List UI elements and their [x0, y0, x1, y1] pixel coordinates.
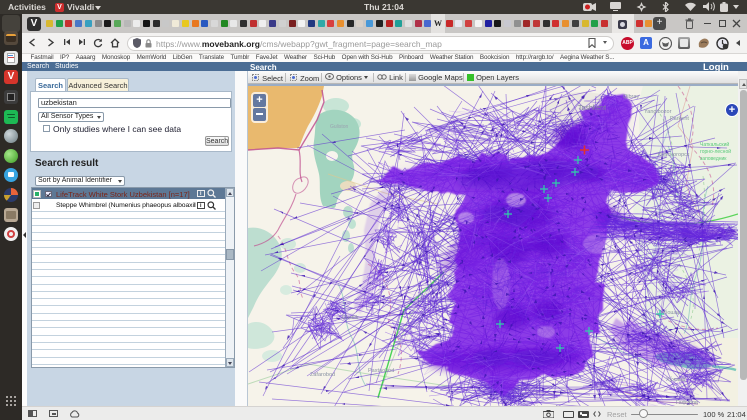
svg-text:Yangibozor: Yangibozor: [644, 109, 672, 115]
svg-text:Toshkent: Toshkent: [578, 105, 606, 112]
svg-text:Parkent: Parkent: [670, 116, 689, 122]
svg-text:Guliston: Guliston: [330, 124, 349, 130]
svg-text:Хўжанд: Хўжанд: [666, 376, 686, 383]
svg-text:Zafarobod: Zafarobod: [310, 372, 335, 378]
svg-text:Чаткальский: Чаткальский: [700, 141, 729, 148]
svg-text:горно-лесной: горно-лесной: [700, 148, 731, 155]
svg-text:Гафуров: Гафуров: [676, 400, 698, 406]
svg-text:заповедник: заповедник: [700, 156, 727, 162]
svg-text:Табошар: Табошар: [658, 310, 681, 316]
svg-text:Qibray: Qibray: [623, 94, 639, 100]
svg-text:Paxtaobod: Paxtaobod: [368, 368, 394, 374]
svg-text:Красногорск: Красногорск: [658, 152, 690, 158]
svg-text:Dustlik: Dustlik: [342, 315, 359, 321]
